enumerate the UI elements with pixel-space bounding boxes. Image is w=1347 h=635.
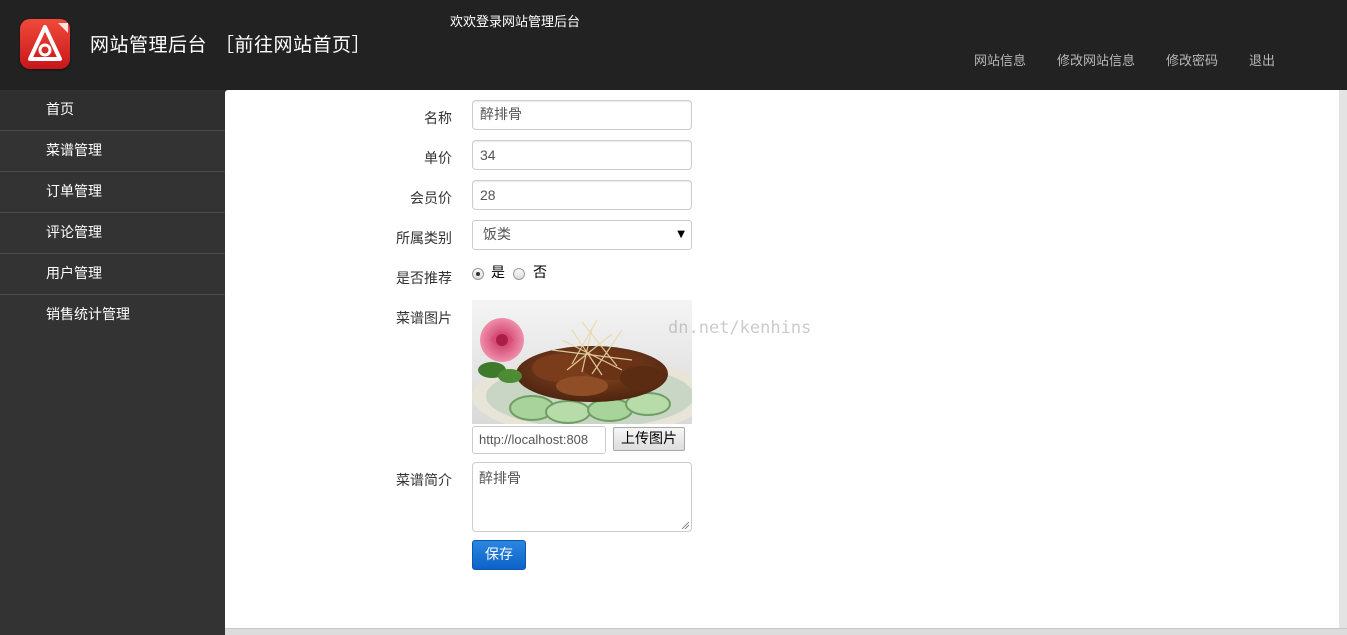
price-label: 单价 [424,151,452,167]
top-nav: 网站信息 修改网站信息 修改密码 退出 [974,50,1275,69]
category-label: 所属类别 [396,231,452,247]
category-value: 饭类 [483,227,511,243]
intro-text: 醉排骨 [479,471,521,487]
image-label: 菜谱图片 [396,311,452,327]
recommend-yes-label: 是 [491,265,505,281]
upload-image-button[interactable]: 上传图片 [613,427,685,451]
bottom-scrollbar[interactable] [225,628,1347,635]
top-header: 网站管理后台 ［前往网站首页］ 欢欢登录网站管理后台 网站信息 修改网站信息 修改… [0,0,1347,90]
dropdown-arrow-icon: ▼ [677,229,685,240]
site-logo[interactable] [20,19,70,69]
recommend-no-radio[interactable] [513,268,525,280]
sidebar-item-orders[interactable]: 订单管理 [0,172,225,213]
name-label: 名称 [424,111,452,127]
dish-image [472,300,692,424]
intro-label: 菜谱简介 [396,473,452,489]
recommend-radio-group: 是 否 [472,262,547,282]
price-input[interactable]: 34 [472,140,692,170]
category-select[interactable]: 饭类 ▼ [472,220,692,250]
member-price-label: 会员价 [410,191,452,207]
nav-site-info[interactable]: 网站信息 [974,50,1026,69]
recommend-no-label: 否 [533,265,547,281]
name-input[interactable]: 醉排骨 [472,100,692,130]
save-button[interactable]: 保存 [472,540,526,570]
recommend-label: 是否推荐 [396,271,452,287]
sidebar-item-menu[interactable]: 菜谱管理 [0,131,225,172]
nav-edit-site-info[interactable]: 修改网站信息 [1057,50,1135,69]
home-link[interactable]: ［前往网站首页］ [215,34,371,56]
nav-change-password[interactable]: 修改密码 [1166,50,1218,69]
resize-grip-icon[interactable] [681,521,689,529]
sidebar: 首页 菜谱管理 订单管理 评论管理 用户管理 销售统计管理 [0,90,225,635]
main-panel [225,90,1339,628]
sidebar-item-home[interactable]: 首页 [0,90,225,131]
watermark: dn.net/kenhins [668,318,812,338]
site-title-text: 网站管理后台 [90,34,208,56]
sidebar-item-comments[interactable]: 评论管理 [0,213,225,254]
member-price-input[interactable]: 28 [472,180,692,210]
welcome-text: 欢欢登录网站管理后台 [450,15,581,30]
sidebar-item-users[interactable]: 用户管理 [0,254,225,295]
logo-icon [28,23,68,61]
scrollbar-track[interactable] [1339,90,1347,635]
nav-logout[interactable]: 退出 [1249,50,1275,69]
site-title: 网站管理后台 ［前往网站首页］ [90,30,371,57]
intro-textarea[interactable]: 醉排骨 [472,462,692,532]
recommend-yes-radio[interactable] [472,268,484,280]
image-url-input[interactable]: http://localhost:808 [472,426,606,454]
dish-photo [472,300,692,424]
sidebar-item-sales-stats[interactable]: 销售统计管理 [0,295,225,336]
